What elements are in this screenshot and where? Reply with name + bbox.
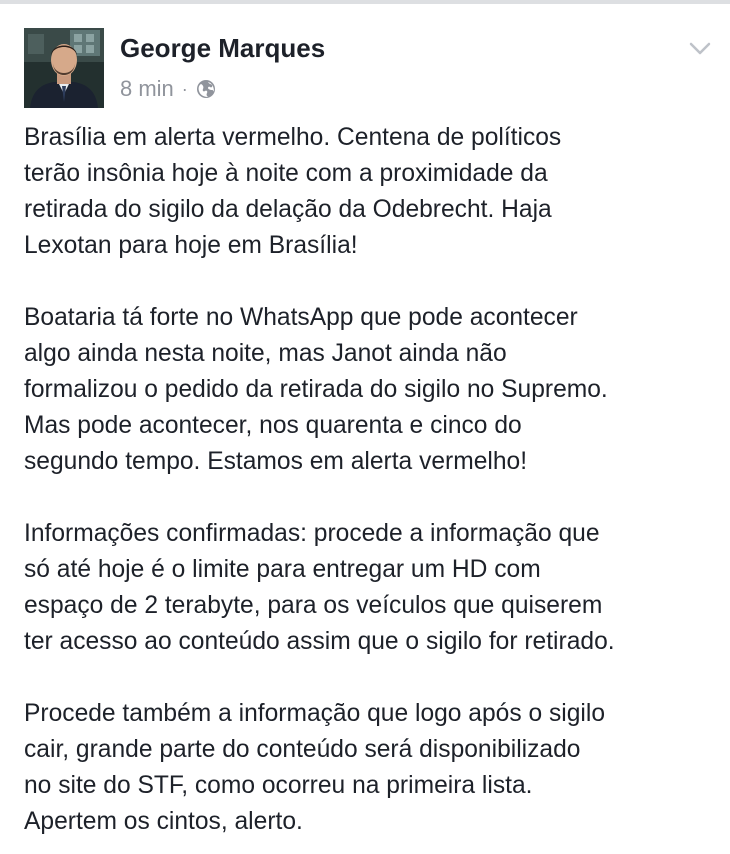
meta-separator: · bbox=[181, 79, 188, 99]
post-paragraph: Informações confirmadas: procede a infor… bbox=[24, 520, 615, 655]
post-meta: 8 min · bbox=[120, 74, 216, 104]
avatar-image bbox=[24, 28, 104, 108]
avatar[interactable] bbox=[24, 28, 104, 108]
post-paragraph: Boataria tá forte no WhatsApp que pode a… bbox=[24, 304, 608, 475]
post-body: Brasília em alerta vermelho. Centena de … bbox=[24, 120, 724, 840]
post-paragraph: Procede também a informação que logo apó… bbox=[24, 700, 606, 835]
post-paragraph: Brasília em alerta vermelho. Centena de … bbox=[24, 124, 562, 259]
author-name[interactable]: George Marques bbox=[120, 32, 325, 64]
post-header: George Marques 8 min · bbox=[24, 28, 714, 108]
chevron-down-icon[interactable] bbox=[688, 36, 712, 60]
globe-icon[interactable] bbox=[196, 79, 216, 99]
timestamp[interactable]: 8 min bbox=[120, 76, 174, 102]
facebook-post: George Marques 8 min · Brasília em alert… bbox=[0, 4, 730, 854]
